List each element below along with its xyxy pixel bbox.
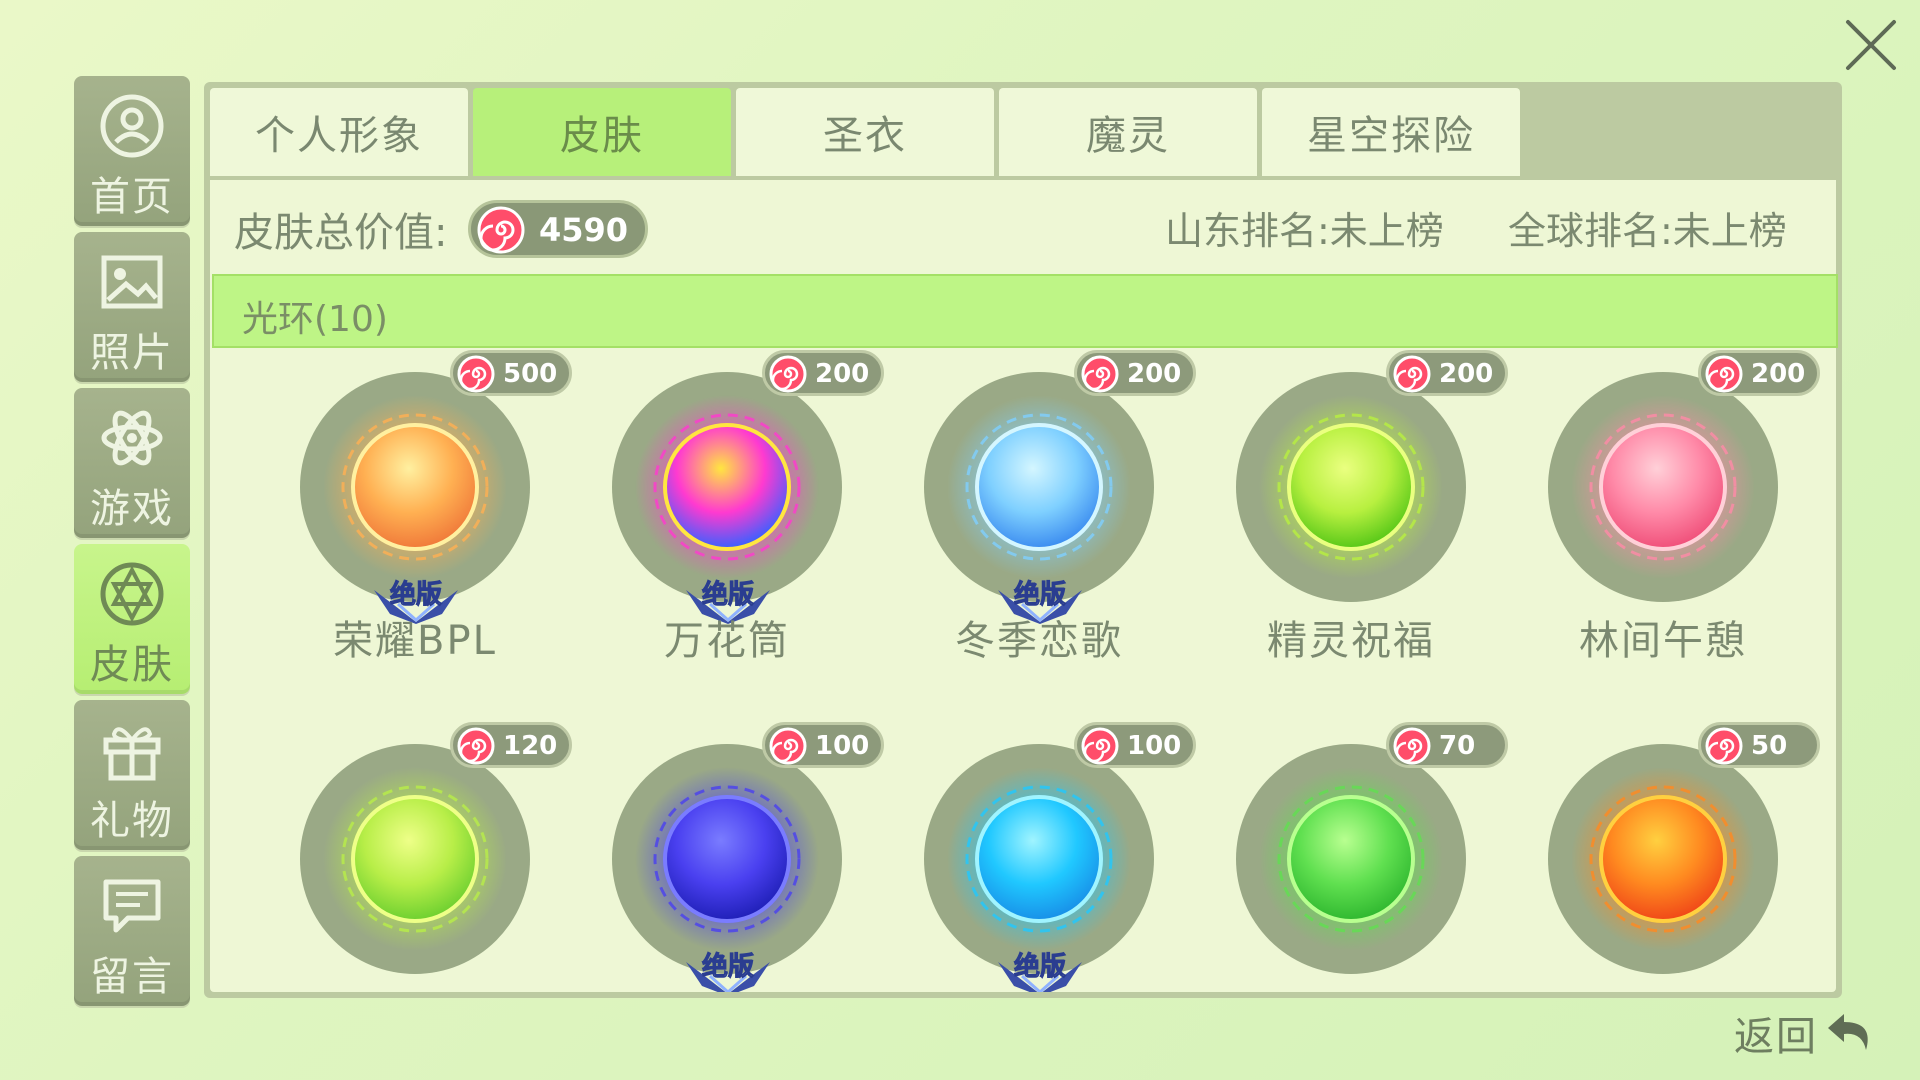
global-rank: 全球排名:未上榜	[1508, 209, 1787, 253]
halo-preview[interactable]	[1548, 744, 1778, 974]
halo-preview[interactable]	[1548, 372, 1778, 602]
limited-edition-label: 绝版	[701, 580, 754, 611]
sidebar-item-label: 皮肤	[90, 642, 174, 688]
candy-coin-icon	[769, 355, 807, 393]
price-badge: 200	[1698, 350, 1820, 396]
skin-grid: 500 绝版 荣耀BPL 200 绝版 万花筒 200 绝版 冬季恋歌 200 精灵祝福 200 林间午…	[210, 348, 1836, 992]
price-value: 120	[503, 731, 558, 761]
tab-spirit[interactable]: 魔灵	[999, 88, 1257, 176]
sidebar-item-game[interactable]: 游戏	[74, 388, 190, 538]
close-button[interactable]	[1836, 10, 1906, 80]
sidebar-item-message[interactable]: 留言	[74, 856, 190, 1006]
skin-item[interactable]: 200 精灵祝福	[1186, 350, 1508, 710]
price-badge: 100	[762, 722, 884, 768]
skin-item[interactable]: 200 绝版冬季恋歌	[874, 350, 1196, 710]
skin-name: 精灵祝福	[1267, 618, 1435, 664]
candy-coin-icon	[1705, 727, 1743, 765]
candy-coin-icon	[457, 727, 495, 765]
price-value: 200	[1127, 359, 1182, 389]
limited-edition-badge: 绝版	[680, 940, 776, 992]
tab-armor[interactable]: 圣衣	[736, 88, 994, 176]
skin-emblem-icon	[98, 560, 166, 628]
price-value: 200	[1439, 359, 1494, 389]
price-badge: 70	[1386, 722, 1508, 768]
sidebar: 首页 照片 游戏 皮肤 礼物 留言	[74, 76, 192, 1012]
sidebar-item-home[interactable]: 首页	[74, 76, 190, 226]
limited-edition-label: 绝版	[389, 580, 442, 611]
skin-item[interactable]: 100 绝版	[874, 722, 1196, 992]
section-header-halo[interactable]: 光环(10)	[212, 274, 1838, 348]
tab-bar: 个人形象 皮肤 圣衣 魔灵 星空探险	[210, 88, 1836, 180]
candy-coin-icon	[1393, 727, 1431, 765]
price-badge: 200	[1074, 350, 1196, 396]
close-icon	[1846, 20, 1896, 70]
skin-item[interactable]: 120	[250, 722, 572, 992]
back-button[interactable]: 返回	[1734, 1004, 1880, 1062]
atom-icon	[98, 404, 166, 472]
message-icon	[98, 872, 166, 940]
skin-content: 皮肤总价值: 4590 山东排名:未上榜 全球排名:未上榜 光环(10) 500…	[210, 180, 1838, 992]
sidebar-item-skin[interactable]: 皮肤	[74, 544, 190, 694]
skin-name: 荣耀BPL	[333, 618, 497, 664]
tab-avatar[interactable]: 个人形象	[210, 88, 468, 176]
price-badge: 500	[450, 350, 572, 396]
price-badge: 50	[1698, 722, 1820, 768]
sidebar-item-label: 游戏	[90, 486, 174, 532]
price-badge: 100	[1074, 722, 1196, 768]
total-value-pill: 4590	[468, 200, 648, 258]
skin-item[interactable]: 50	[1498, 722, 1820, 992]
price-value: 50	[1751, 731, 1788, 761]
skin-item[interactable]: 70	[1186, 722, 1508, 992]
price-value: 100	[1127, 731, 1182, 761]
halo-preview[interactable]	[1236, 744, 1466, 974]
sidebar-item-gift[interactable]: 礼物	[74, 700, 190, 850]
limited-edition-label: 绝版	[1013, 952, 1066, 983]
tab-star-adventure[interactable]: 星空探险	[1262, 88, 1520, 176]
limited-edition-badge: 绝版	[992, 940, 1088, 992]
price-badge: 200	[762, 350, 884, 396]
price-badge: 120	[450, 722, 572, 768]
price-value: 200	[1751, 359, 1806, 389]
price-value: 100	[815, 731, 870, 761]
skin-item[interactable]: 500 绝版荣耀BPL	[250, 350, 572, 710]
price-value: 70	[1439, 731, 1476, 761]
back-label: 返回	[1734, 1014, 1818, 1060]
photo-icon	[98, 248, 166, 316]
main-panel: 个人形象 皮肤 圣衣 魔灵 星空探险 皮肤总价值: 4590 山东排名:未上榜 …	[204, 82, 1842, 998]
candy-coin-icon	[769, 727, 807, 765]
user-circle-icon	[98, 92, 166, 160]
skin-name: 万花筒	[664, 618, 790, 664]
limited-edition-label: 绝版	[701, 952, 754, 983]
candy-coin-icon	[457, 355, 495, 393]
back-arrow-icon	[1828, 1014, 1868, 1050]
summary-row: 皮肤总价值: 4590 山东排名:未上榜 全球排名:未上榜	[210, 180, 1836, 274]
halo-preview[interactable]	[300, 744, 530, 974]
candy-coin-icon	[477, 206, 525, 254]
price-badge: 200	[1386, 350, 1508, 396]
shandong-rank: 山东排名:未上榜	[1165, 209, 1444, 253]
tab-skin[interactable]: 皮肤	[473, 88, 731, 176]
skin-item[interactable]: 200 绝版万花筒	[562, 350, 884, 710]
candy-coin-icon	[1081, 355, 1119, 393]
limited-edition-label: 绝版	[1013, 580, 1066, 611]
skin-name: 冬季恋歌	[955, 618, 1123, 664]
candy-coin-icon	[1081, 727, 1119, 765]
skin-name: 林间午憩	[1579, 618, 1747, 664]
price-value: 200	[815, 359, 870, 389]
total-value-label: 皮肤总价值:	[234, 210, 448, 256]
sidebar-item-label: 照片	[90, 330, 174, 376]
sidebar-item-label: 留言	[90, 954, 174, 1000]
price-value: 500	[503, 359, 558, 389]
total-value: 4590	[539, 211, 629, 249]
candy-coin-icon	[1705, 355, 1743, 393]
halo-preview[interactable]	[1236, 372, 1466, 602]
gift-icon	[98, 716, 166, 784]
candy-coin-icon	[1393, 355, 1431, 393]
skin-item[interactable]: 100 绝版	[562, 722, 884, 992]
sidebar-item-label: 礼物	[90, 798, 174, 844]
sidebar-item-label: 首页	[90, 174, 174, 220]
skin-item[interactable]: 200 林间午憩	[1498, 350, 1820, 710]
sidebar-item-photo[interactable]: 照片	[74, 232, 190, 382]
